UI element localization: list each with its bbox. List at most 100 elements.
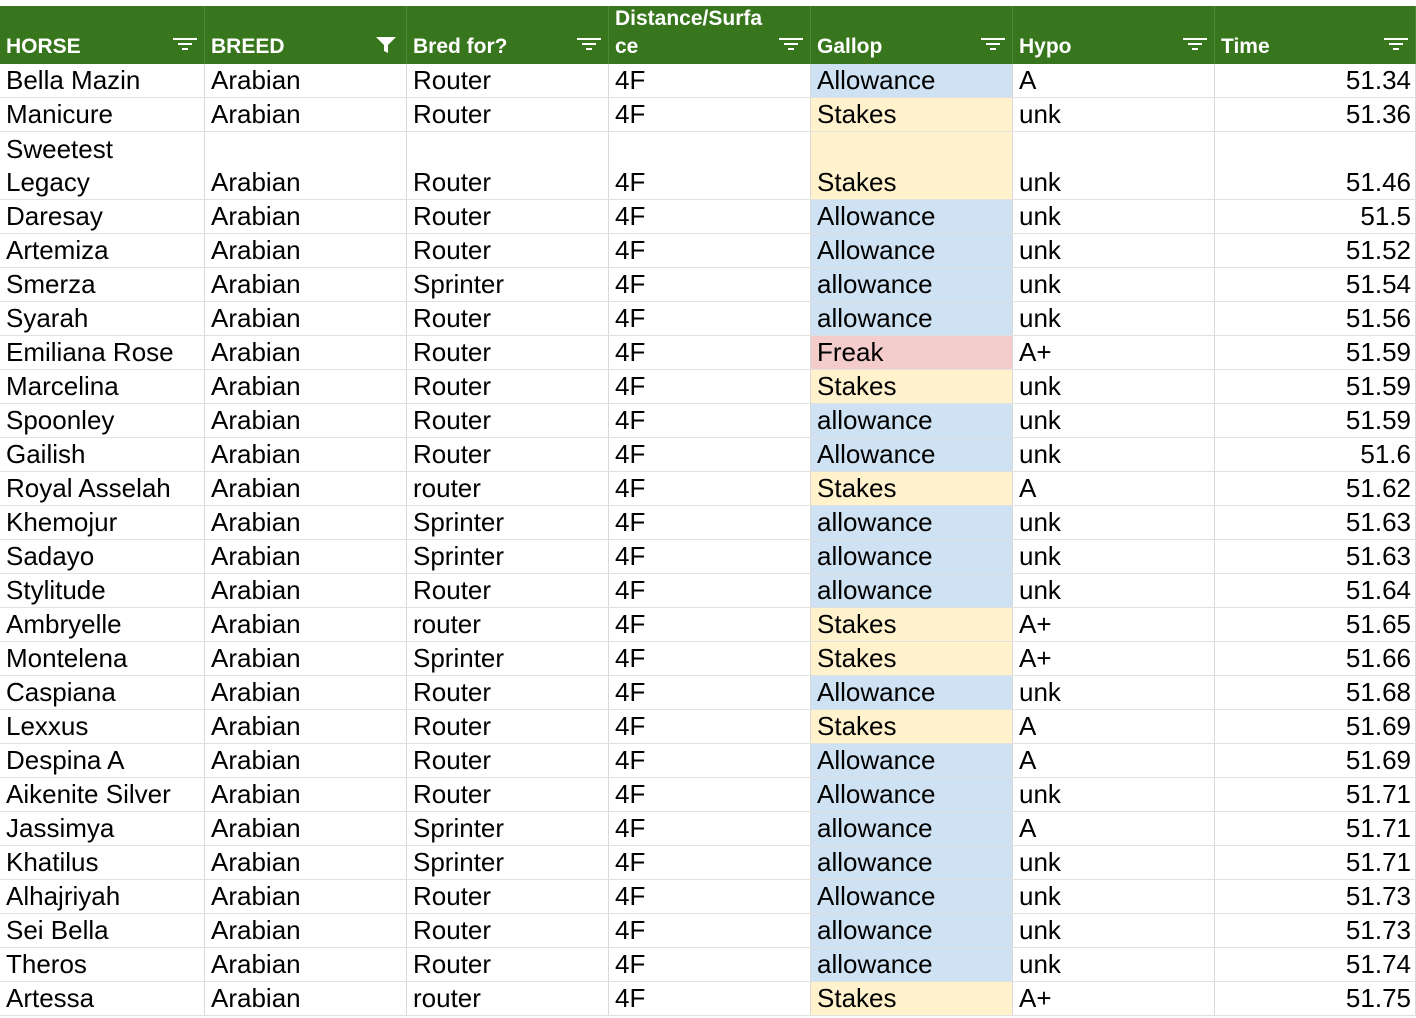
cell-breed[interactable]: Arabian [205,948,407,981]
cell-time[interactable]: 51.46 [1215,132,1416,199]
column-header-gallop[interactable]: Gallop [811,6,1013,64]
cell-time[interactable]: 51.69 [1215,744,1416,777]
cell-hypo[interactable]: A+ [1013,608,1215,641]
cell-bred-for[interactable]: Router [407,370,609,403]
cell-horse[interactable]: Artemiza [0,234,205,267]
cell-bred-for[interactable]: Sprinter [407,268,609,301]
cell-time[interactable]: 51.34 [1215,64,1416,97]
column-header-time[interactable]: Time [1215,6,1416,64]
cell-gallop[interactable]: Allowance [811,676,1013,709]
cell-breed[interactable]: Arabian [205,574,407,607]
cell-horse[interactable]: Khemojur [0,506,205,539]
cell-distance[interactable]: 4F [609,676,811,709]
cell-distance[interactable]: 4F [609,336,811,369]
cell-breed[interactable]: Arabian [205,778,407,811]
cell-time[interactable]: 51.65 [1215,608,1416,641]
cell-bred-for[interactable]: router [407,472,609,505]
cell-horse[interactable]: Ambryelle [0,608,205,641]
cell-gallop[interactable]: Allowance [811,744,1013,777]
cell-horse[interactable]: Jassimya [0,812,205,845]
cell-hypo[interactable]: A [1013,812,1215,845]
cell-hypo[interactable]: A [1013,472,1215,505]
cell-time[interactable]: 51.69 [1215,710,1416,743]
cell-gallop[interactable]: allowance [811,302,1013,335]
cell-hypo[interactable]: unk [1013,302,1215,335]
cell-breed[interactable]: Arabian [205,642,407,675]
cell-gallop[interactable]: Allowance [811,438,1013,471]
cell-horse[interactable]: Sweetest Legacy [0,132,205,199]
cell-horse[interactable]: Marcelina [0,370,205,403]
cell-breed[interactable]: Arabian [205,438,407,471]
cell-distance[interactable]: 4F [609,268,811,301]
cell-time[interactable]: 51.68 [1215,676,1416,709]
cell-breed[interactable]: Arabian [205,234,407,267]
cell-distance[interactable]: 4F [609,438,811,471]
cell-time[interactable]: 51.56 [1215,302,1416,335]
cell-bred-for[interactable]: Sprinter [407,506,609,539]
cell-time[interactable]: 51.5 [1215,200,1416,233]
cell-horse[interactable]: Daresay [0,200,205,233]
cell-breed[interactable]: Arabian [205,880,407,913]
cell-hypo[interactable]: A+ [1013,642,1215,675]
cell-time[interactable]: 51.64 [1215,574,1416,607]
cell-horse[interactable]: Manicure [0,98,205,131]
cell-bred-for[interactable]: Sprinter [407,642,609,675]
cell-horse[interactable]: Khatilus [0,846,205,879]
cell-distance[interactable]: 4F [609,574,811,607]
cell-breed[interactable]: Arabian [205,336,407,369]
cell-bred-for[interactable]: Router [407,710,609,743]
cell-time[interactable]: 51.75 [1215,982,1416,1015]
cell-distance[interactable]: 4F [609,472,811,505]
cell-distance[interactable]: 4F [609,948,811,981]
cell-gallop[interactable]: Stakes [811,370,1013,403]
cell-distance[interactable]: 4F [609,506,811,539]
cell-time[interactable]: 51.71 [1215,778,1416,811]
cell-gallop[interactable]: Freak [811,336,1013,369]
cell-horse[interactable]: Gailish [0,438,205,471]
cell-distance[interactable]: 4F [609,608,811,641]
cell-gallop[interactable]: Stakes [811,982,1013,1015]
cell-bred-for[interactable]: Sprinter [407,812,609,845]
cell-hypo[interactable]: unk [1013,268,1215,301]
cell-distance[interactable]: 4F [609,982,811,1015]
cell-time[interactable]: 51.59 [1215,336,1416,369]
cell-bred-for[interactable]: Router [407,778,609,811]
cell-time[interactable]: 51.54 [1215,268,1416,301]
sort-filter-icon[interactable] [172,36,197,52]
cell-breed[interactable]: Arabian [205,98,407,131]
cell-horse[interactable]: Bella Mazin [0,64,205,97]
cell-time[interactable]: 51.71 [1215,812,1416,845]
cell-bred-for[interactable]: Router [407,574,609,607]
cell-horse[interactable]: Aikenite Silver [0,778,205,811]
cell-breed[interactable]: Arabian [205,540,407,573]
cell-distance[interactable]: 4F [609,370,811,403]
cell-distance[interactable]: 4F [609,540,811,573]
cell-hypo[interactable]: unk [1013,404,1215,437]
cell-hypo[interactable]: A+ [1013,336,1215,369]
cell-bred-for[interactable]: router [407,608,609,641]
cell-horse[interactable]: Sadayo [0,540,205,573]
cell-horse[interactable]: Despina A [0,744,205,777]
cell-gallop[interactable]: Stakes [811,132,1013,199]
cell-gallop[interactable]: Allowance [811,234,1013,267]
cell-hypo[interactable]: A [1013,710,1215,743]
column-header-breed[interactable]: BREED [205,6,407,64]
cell-bred-for[interactable]: Router [407,200,609,233]
cell-distance[interactable]: 4F [609,404,811,437]
cell-gallop[interactable]: Allowance [811,880,1013,913]
cell-hypo[interactable]: A [1013,64,1215,97]
cell-breed[interactable]: Arabian [205,472,407,505]
cell-distance[interactable]: 4F [609,812,811,845]
cell-hypo[interactable]: unk [1013,914,1215,947]
cell-hypo[interactable]: unk [1013,370,1215,403]
cell-hypo[interactable]: unk [1013,948,1215,981]
cell-hypo[interactable]: A [1013,744,1215,777]
cell-bred-for[interactable]: Sprinter [407,540,609,573]
cell-distance[interactable]: 4F [609,778,811,811]
cell-breed[interactable]: Arabian [205,676,407,709]
cell-time[interactable]: 51.36 [1215,98,1416,131]
cell-gallop[interactable]: allowance [811,812,1013,845]
cell-gallop[interactable]: allowance [811,846,1013,879]
cell-gallop[interactable]: allowance [811,506,1013,539]
cell-bred-for[interactable]: Router [407,914,609,947]
